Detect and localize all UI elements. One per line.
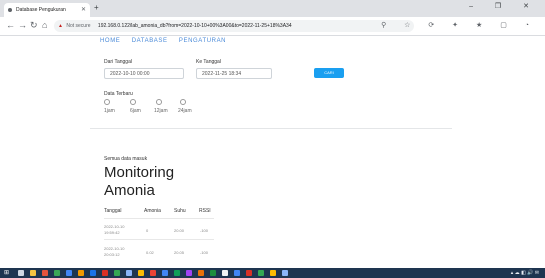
explorer-icon[interactable] <box>30 270 36 276</box>
cell-tanggal: 2022-10-10 19:59:42 <box>104 224 125 235</box>
tab-title: Database Pengukuran <box>16 7 66 13</box>
back-icon[interactable]: ← <box>6 20 15 31</box>
app-icon[interactable] <box>66 270 72 276</box>
app-icon[interactable] <box>186 270 192 276</box>
app-icon[interactable] <box>174 270 180 276</box>
page-title-line1: Monitoring <box>104 164 175 181</box>
radio-24jam[interactable] <box>180 99 186 105</box>
app-icon[interactable] <box>234 270 240 276</box>
not-secure-label: Not secure <box>66 23 91 29</box>
col-header-rssi: RSSI <box>199 208 211 214</box>
cell-amonia: 0.02 <box>146 250 154 255</box>
cell-suhu: 20.00 <box>174 228 185 233</box>
close-tab-icon[interactable]: ✕ <box>81 3 86 17</box>
reload-icon[interactable]: ↻ <box>30 20 38 31</box>
option-12jam-label: 12jam <box>154 108 168 114</box>
table-row-rule <box>104 239 214 240</box>
to-date-input[interactable]: 2022-11-25 18:34 <box>196 68 272 79</box>
recent-data-label: Data Terbaru <box>104 91 133 97</box>
page-title-line2: Amonia <box>104 182 155 199</box>
new-tab-button[interactable]: + <box>94 3 99 12</box>
window-controls[interactable]: – ❐ ✕ <box>469 2 539 10</box>
nav-home-link[interactable]: HOME <box>100 38 120 44</box>
app-icon[interactable] <box>198 270 204 276</box>
app-icon[interactable] <box>210 270 216 276</box>
browser-toolbar: ← → ↻ ⌂ ▲ Not secure 192.168.0.122/lab_a… <box>0 17 545 36</box>
app-icon[interactable] <box>126 270 132 276</box>
warning-icon: ▲ <box>58 23 63 29</box>
col-header-amonia: Amonia <box>144 208 161 214</box>
favicon-icon <box>8 8 12 12</box>
app-icon[interactable] <box>246 270 252 276</box>
app-icon[interactable] <box>102 270 108 276</box>
app-icon[interactable] <box>162 270 168 276</box>
option-24jam-label: 24jam <box>178 108 192 114</box>
nav-pengaturan-link[interactable]: PENGATURAN <box>179 38 226 44</box>
to-date-label: Ke Tanggal <box>196 59 221 65</box>
system-tray[interactable]: ▴ ☁ ◧ 🔊 ✉ <box>511 269 539 277</box>
browser-tab-bar: Database Pengukuran ✕ + – ❐ ✕ <box>0 0 545 17</box>
search-icon[interactable] <box>18 270 24 276</box>
col-header-suhu: Suhu <box>174 208 186 214</box>
app-icon[interactable] <box>78 270 84 276</box>
home-icon[interactable]: ⌂ <box>42 20 47 31</box>
search-button[interactable]: CARI <box>314 68 344 78</box>
app-icon[interactable] <box>150 270 156 276</box>
cell-rssi: -100 <box>200 250 209 255</box>
browser-tab[interactable]: Database Pengukuran ✕ <box>4 3 90 17</box>
cell-tanggal: 2022-10-10 20:03:12 <box>104 246 125 257</box>
cell-amonia: 0 <box>146 228 149 233</box>
app-icon[interactable] <box>282 270 288 276</box>
toolbar-icons[interactable]: ⚲ ☆ ⟳ ✦ ★ ▢ ◔ <box>381 21 537 29</box>
from-date-input[interactable]: 2022-10-10 00:00 <box>104 68 184 79</box>
cell-suhu: 20.05 <box>174 250 185 255</box>
url-text: 192.168.0.122/lab_amonia_db?from=2022-10… <box>97 23 292 29</box>
app-icon[interactable] <box>54 270 60 276</box>
option-6jam-label: 6jam <box>130 108 141 114</box>
start-icon[interactable]: ⊞ <box>4 270 9 276</box>
page-nav: HOME DATABASE PENGATURAN <box>100 38 235 44</box>
radio-6jam[interactable] <box>130 99 136 105</box>
app-icon[interactable] <box>90 270 96 276</box>
taskbar: ⊞ ▴ ☁ ◧ 🔊 ✉ <box>0 268 545 278</box>
radio-12jam[interactable] <box>156 99 162 105</box>
table-header-rule <box>104 218 214 219</box>
app-icon[interactable] <box>222 270 228 276</box>
app-icon[interactable] <box>258 270 264 276</box>
app-icon[interactable] <box>114 270 120 276</box>
address-bar[interactable]: ▲ Not secure 192.168.0.122/lab_amonia_db… <box>54 20 414 32</box>
app-icon[interactable] <box>42 270 48 276</box>
option-1jam-label: 1jam <box>104 108 115 114</box>
radio-1jam[interactable] <box>104 99 110 105</box>
app-icon[interactable] <box>270 270 276 276</box>
app-icon[interactable] <box>138 270 144 276</box>
cell-rssi: -100 <box>200 228 209 233</box>
forward-icon[interactable]: → <box>18 20 27 31</box>
divider <box>90 128 452 129</box>
from-date-label: Dari Tanggal <box>104 59 132 65</box>
col-header-tanggal: Tanggal <box>104 208 122 214</box>
section-subtitle: Semua data masuk <box>104 156 148 162</box>
nav-database-link[interactable]: DATABASE <box>132 38 168 44</box>
